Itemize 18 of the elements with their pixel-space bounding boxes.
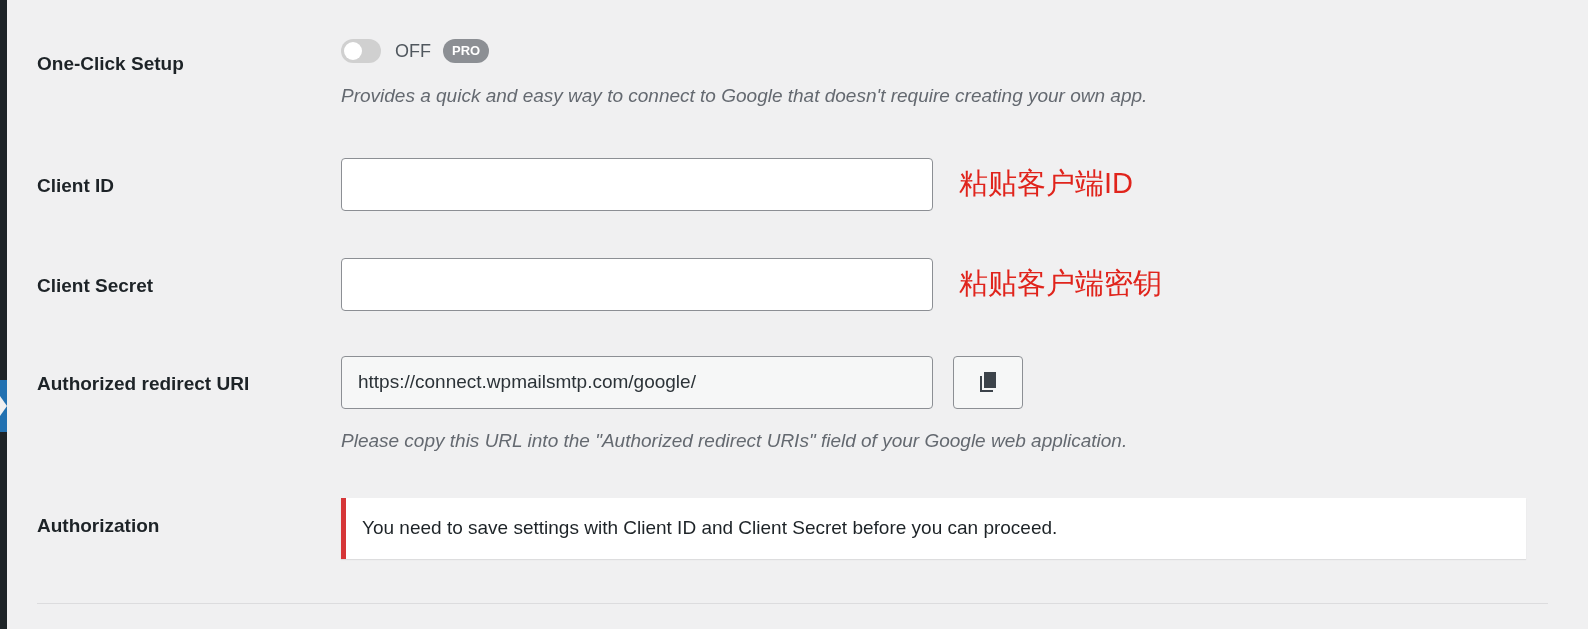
- field-label: Authorized redirect URI: [37, 371, 251, 396]
- notice-banner: You need to save settings with Client ID and Client Secret before you can proceed.: [341, 498, 1526, 559]
- text-field[interactable]: [341, 157, 933, 211]
- field-label: Client Secret: [37, 273, 155, 298]
- text-field[interactable]: [341, 257, 933, 311]
- pro-badge: PRO: [443, 39, 490, 63]
- toggle-state: OFF: [395, 39, 431, 63]
- field-label: Client ID: [37, 173, 116, 198]
- field-description: Please copy this URL into the "Authorized redirect URIs" field of your Google web application.: [341, 428, 1128, 453]
- toggle-switch[interactable]: [341, 39, 381, 63]
- copy-icon: [980, 372, 996, 392]
- copy-button[interactable]: [953, 355, 1023, 409]
- field-description: Provides a quick and easy way to connect to Google that doesn't require creating your own app.: [341, 84, 1148, 108]
- annotation-text: 粘贴客户端ID: [959, 166, 1133, 202]
- url-field[interactable]: https://connect.wpmailsmtp.com/google/: [341, 355, 933, 409]
- field-label: Authorization: [37, 514, 161, 538]
- annotation-text: 粘贴客户端密钥: [959, 266, 1162, 302]
- field-label: One-Click Setup: [37, 52, 185, 76]
